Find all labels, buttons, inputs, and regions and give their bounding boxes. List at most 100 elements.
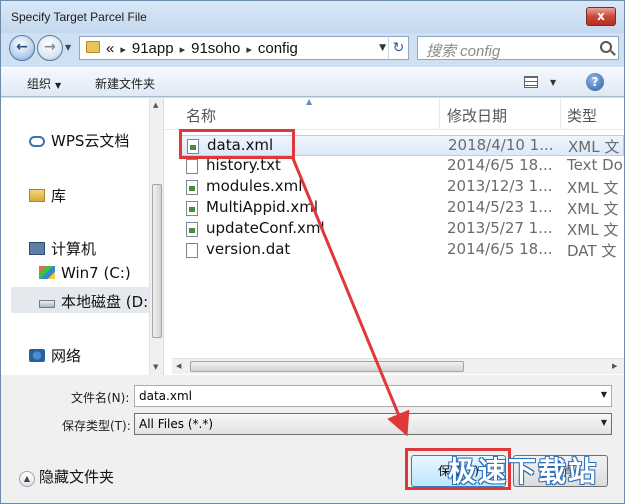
file-type: DAT 文 <box>567 242 617 260</box>
file-type: XML 文 <box>568 138 620 156</box>
file-type: XML 文 <box>567 179 619 197</box>
chevron-right-icon[interactable]: ▸ <box>114 44 132 56</box>
filetype-select[interactable]: All Files (*.*) ▼ <box>134 413 612 435</box>
navigation-pane: WPS云文档 库 计算机 Win7 (C:) 本地磁盘 (D: 网络 ▲ ▼ <box>1 98 163 375</box>
file-name: updateConf.xml <box>206 219 325 237</box>
nav-item-wps-cloud[interactable]: WPS云文档 <box>29 130 129 151</box>
nav-item-network[interactable]: 网络 <box>29 345 81 366</box>
nav-scroll-thumb[interactable] <box>152 184 162 338</box>
window-title: Specify Target Parcel File <box>11 10 147 24</box>
network-icon <box>29 349 45 362</box>
folder-icon <box>86 41 100 53</box>
drive-icon <box>39 300 55 308</box>
view-dropdown-icon[interactable]: ▼ <box>550 78 556 87</box>
file-row-modules-xml[interactable]: modules.xml 2013/12/3 1... XML 文 <box>180 177 624 198</box>
text-file-icon <box>186 159 198 174</box>
file-date: 2014/5/23 1... <box>447 198 553 216</box>
watermark-text: 极速下载站 <box>448 455 599 488</box>
annotation-highlight-file <box>179 129 295 159</box>
view-details-icon[interactable] <box>524 76 538 88</box>
address-bar[interactable]: «▸ 91app ▸ 91soho ▸ config ▼ ↻ <box>79 36 409 60</box>
refresh-icon[interactable]: ↻ <box>388 37 408 59</box>
breadcrumb-item-91app[interactable]: 91app <box>132 40 174 57</box>
file-type: XML 文 <box>567 221 619 239</box>
save-dialog-window: Specify Target Parcel File x ← → ▼ «▸ 91a… <box>0 0 625 504</box>
file-row-updateconf-xml[interactable]: updateConf.xml 2013/5/27 1... XML 文 <box>180 219 624 240</box>
hide-folders-toggle[interactable]: ▲ 隐藏文件夹 <box>19 466 114 487</box>
file-date: 2014/6/5 18... <box>447 156 553 174</box>
nav-vertical-scrollbar[interactable]: ▲ ▼ <box>149 98 163 375</box>
breadcrumb: «▸ 91app ▸ 91soho ▸ config <box>106 40 298 57</box>
file-date: 2013/5/27 1... <box>447 219 553 237</box>
xml-file-icon <box>186 180 198 195</box>
column-header-date[interactable]: 修改日期 <box>447 105 507 126</box>
column-header-name[interactable]: 名称 <box>186 105 216 126</box>
nav-item-label: 网络 <box>51 347 82 365</box>
nav-item-label: Win7 (C:) <box>61 264 131 282</box>
organize-label: 组织 <box>27 77 52 91</box>
column-divider[interactable] <box>560 98 561 130</box>
file-date: 2018/4/10 1... <box>448 136 554 154</box>
nav-item-libraries[interactable]: 库 <box>29 185 66 206</box>
filename-dropdown-icon[interactable]: ▼ <box>601 390 607 399</box>
nav-item-label: WPS云文档 <box>51 132 130 150</box>
scroll-left-icon[interactable]: ◀ <box>176 362 181 370</box>
nav-item-label: 库 <box>51 187 67 205</box>
column-header-row: ▲ 名称 修改日期 类型 <box>164 97 624 130</box>
search-icon[interactable] <box>600 41 612 53</box>
filename-field[interactable]: data.xml ▼ <box>134 385 612 407</box>
filetype-dropdown-icon[interactable]: ▼ <box>601 418 607 427</box>
file-horizontal-scrollbar[interactable]: ◀ ▶ <box>172 358 624 374</box>
chevron-right-icon[interactable]: ▸ <box>240 44 258 56</box>
caret-down-icon: ▼ <box>55 81 62 90</box>
address-row: ← → ▼ «▸ 91app ▸ 91soho ▸ config ▼ ↻ 搜索 confi… <box>5 33 620 65</box>
file-type: XML 文 <box>567 200 619 218</box>
file-row-multiappid-xml[interactable]: MultiAppid.xml 2014/5/23 1... XML 文 <box>180 198 624 219</box>
back-button[interactable]: ← <box>9 35 35 61</box>
new-folder-button[interactable]: 新建文件夹 <box>95 75 155 92</box>
chevron-up-icon: ▲ <box>19 471 35 487</box>
xml-file-icon <box>186 201 198 216</box>
file-scroll-thumb[interactable] <box>190 361 464 372</box>
nav-item-drive-c[interactable]: Win7 (C:) <box>39 264 131 282</box>
title-bar[interactable]: Specify Target Parcel File x <box>1 1 624 33</box>
file-date: 2014/6/5 18... <box>447 240 553 258</box>
file-row-version-dat[interactable]: version.dat 2014/6/5 18... DAT 文 <box>180 240 624 261</box>
column-divider[interactable] <box>439 98 440 130</box>
address-dropdown-icon[interactable]: ▼ <box>379 43 386 53</box>
cloud-icon <box>29 136 45 147</box>
computer-icon <box>29 242 45 255</box>
recent-pages-dropdown-icon[interactable]: ▼ <box>65 43 71 52</box>
file-name: MultiAppid.xml <box>206 198 319 216</box>
filename-value: data.xml <box>139 389 192 403</box>
organize-button[interactable]: 组织 ▼ <box>27 75 61 92</box>
nav-item-label: 本地磁盘 (D: <box>61 293 149 311</box>
search-placeholder: 搜索 config <box>426 43 501 60</box>
file-name: version.dat <box>206 240 291 258</box>
filetype-label: 保存类型(T): <box>62 419 131 433</box>
file-icon <box>186 243 198 258</box>
column-header-type[interactable]: 类型 <box>567 105 597 126</box>
library-icon <box>29 189 45 202</box>
filename-label: 文件名(N): <box>71 391 130 405</box>
breadcrumb-item-config[interactable]: config <box>258 40 298 57</box>
help-icon[interactable]: ? <box>586 73 604 91</box>
breadcrumb-item-91soho[interactable]: 91soho <box>191 40 240 57</box>
file-name: modules.xml <box>206 177 303 195</box>
windows-drive-icon <box>39 266 55 279</box>
search-input[interactable]: 搜索 config <box>417 36 619 60</box>
forward-button[interactable]: → <box>37 35 63 61</box>
file-date: 2013/12/3 1... <box>447 177 553 195</box>
command-bar: 组织 ▼ 新建文件夹 ▼ ? <box>1 67 624 97</box>
filetype-value: All Files (*.*) <box>139 417 214 431</box>
chevron-right-icon[interactable]: ▸ <box>174 44 192 56</box>
scroll-right-icon[interactable]: ▶ <box>612 362 617 370</box>
hide-folders-label: 隐藏文件夹 <box>39 468 115 486</box>
scroll-up-icon[interactable]: ▲ <box>153 101 158 109</box>
sort-ascending-icon: ▲ <box>306 97 313 106</box>
close-button[interactable]: x <box>586 7 616 26</box>
scroll-down-icon[interactable]: ▼ <box>153 363 158 371</box>
nav-item-drive-d[interactable]: 本地磁盘 (D: <box>39 291 148 312</box>
file-row-history-txt[interactable]: history.txt 2014/6/5 18... Text Do <box>180 156 624 177</box>
nav-item-computer[interactable]: 计算机 <box>29 238 96 259</box>
